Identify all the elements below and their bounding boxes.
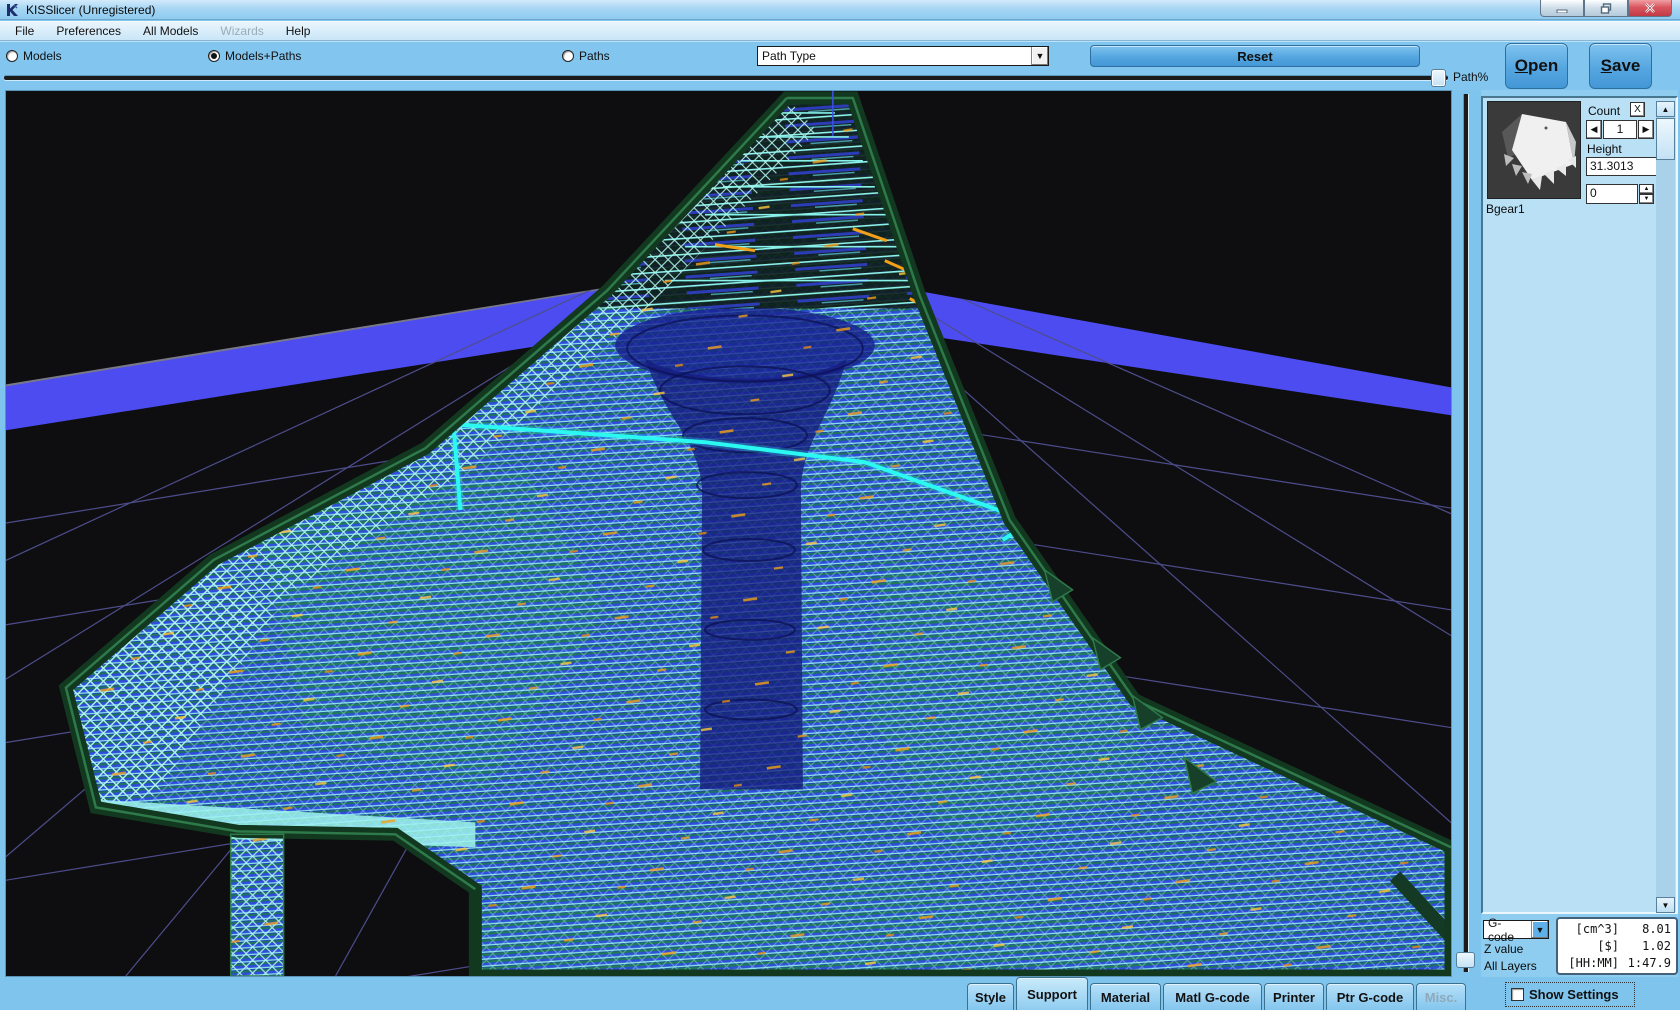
path-type-dropdown-icon[interactable]: ▼ bbox=[1031, 47, 1048, 65]
all-layers-label: All Layers bbox=[1484, 959, 1537, 973]
stat-time: [HH:MM]1:47.9 bbox=[1563, 955, 1671, 972]
stat-cost: [$]1.02 bbox=[1563, 938, 1671, 955]
toolbar: Models Models+Paths Paths Path Type ▼ Re… bbox=[0, 41, 1680, 90]
show-settings-checkbox[interactable] bbox=[1511, 988, 1524, 1001]
print-stats-box: [cm^3]8.01 [$]1.02 [HH:MM]1:47.9 bbox=[1556, 917, 1678, 975]
view-mode-dropdown-icon[interactable]: ▼ bbox=[1531, 921, 1548, 938]
tab-matl-gcode[interactable]: Matl G-code bbox=[1163, 983, 1262, 1010]
layer-slider-thumb[interactable] bbox=[1456, 952, 1475, 968]
menu-file[interactable]: File bbox=[4, 22, 45, 40]
radio-paths[interactable]: Paths bbox=[562, 48, 610, 64]
close-icon bbox=[1644, 3, 1656, 13]
close-button[interactable] bbox=[1628, 0, 1672, 17]
count-decrement-button[interactable]: ◀ bbox=[1586, 120, 1602, 139]
open-button[interactable]: Open bbox=[1505, 43, 1568, 89]
tab-printer[interactable]: Printer bbox=[1264, 983, 1324, 1010]
tab-style[interactable]: Style bbox=[967, 983, 1014, 1010]
model-list-item[interactable] bbox=[1487, 101, 1581, 199]
models-panel: Count X ◀ 1 ▶ Height 31.3013 0 ▲ ▼ ° Bge… bbox=[1481, 90, 1678, 977]
menu-wizards: Wizards bbox=[209, 22, 274, 40]
radio-paths-dot bbox=[562, 50, 574, 62]
tab-ptr-gcode[interactable]: Ptr G-code bbox=[1326, 983, 1414, 1010]
model-thumbnail-gear bbox=[1488, 102, 1580, 198]
menu-all-models[interactable]: All Models bbox=[132, 22, 209, 40]
path-percent-slider[interactable] bbox=[4, 76, 1448, 80]
view-mode-value: G-code bbox=[1484, 916, 1531, 944]
path-type-value: Path Type bbox=[758, 49, 1031, 63]
window-title: KISSlicer (Unregistered) bbox=[26, 3, 155, 17]
path-type-dropdown[interactable]: Path Type ▼ bbox=[757, 46, 1049, 66]
model-name-label: Bgear1 bbox=[1486, 202, 1525, 216]
reset-label: Reset bbox=[1237, 49, 1272, 64]
tab-support[interactable]: Support bbox=[1016, 977, 1088, 1010]
rotation-spin-up-icon[interactable]: ▲ bbox=[1639, 184, 1654, 194]
stat-volume: [cm^3]8.01 bbox=[1563, 921, 1671, 938]
scroll-up-icon[interactable]: ▲ bbox=[1656, 101, 1675, 117]
layer-slider[interactable] bbox=[1452, 90, 1481, 977]
radio-models-paths-dot bbox=[208, 50, 220, 62]
radio-models-label: Models bbox=[23, 49, 62, 63]
save-button[interactable]: Save bbox=[1589, 43, 1652, 89]
radio-models-paths-label: Models+Paths bbox=[225, 49, 301, 63]
save-label: Save bbox=[1601, 56, 1641, 76]
rotation-field[interactable]: 0 bbox=[1586, 184, 1638, 204]
show-settings-control[interactable]: Show Settings bbox=[1505, 982, 1635, 1007]
open-label: Open bbox=[1515, 56, 1558, 76]
reset-button[interactable]: Reset bbox=[1090, 45, 1420, 67]
menu-bar: File Preferences All Models Wizards Help bbox=[0, 21, 1680, 41]
scrollbar-thumb[interactable] bbox=[1656, 118, 1675, 160]
viewport-3d-canvas[interactable] bbox=[5, 90, 1452, 977]
app-icon bbox=[5, 3, 19, 17]
radio-models[interactable]: Models bbox=[6, 48, 62, 64]
models-list[interactable]: Count X ◀ 1 ▶ Height 31.3013 0 ▲ ▼ ° Bge… bbox=[1481, 96, 1678, 914]
restore-icon bbox=[1600, 3, 1612, 14]
tab-misc: Misc. bbox=[1416, 983, 1466, 1010]
rotation-spin-down-icon[interactable]: ▼ bbox=[1639, 194, 1654, 204]
count-increment-button[interactable]: ▶ bbox=[1638, 120, 1654, 139]
count-field[interactable]: 1 bbox=[1603, 120, 1637, 139]
models-scrollbar[interactable]: ▲ ▼ bbox=[1656, 101, 1675, 913]
show-settings-label: Show Settings bbox=[1529, 987, 1619, 1002]
radio-paths-label: Paths bbox=[579, 49, 610, 63]
remove-model-button[interactable]: X bbox=[1630, 102, 1645, 117]
view-mode-dropdown[interactable]: G-code ▼ bbox=[1483, 920, 1549, 939]
height-label: Height bbox=[1587, 142, 1622, 156]
restore-button[interactable] bbox=[1584, 0, 1628, 17]
menu-help[interactable]: Help bbox=[275, 22, 322, 40]
minimize-button[interactable] bbox=[1540, 0, 1584, 17]
rotation-spinner[interactable]: ▲ ▼ bbox=[1639, 184, 1654, 204]
path-percent-label: Path% bbox=[1453, 70, 1488, 84]
bottom-bar: Style Support Material Matl G-code Print… bbox=[0, 977, 1680, 1010]
minimize-icon bbox=[1556, 4, 1568, 13]
height-field[interactable]: 31.3013 bbox=[1586, 157, 1658, 176]
layer-slider-track[interactable] bbox=[1464, 94, 1468, 972]
title-bar: KISSlicer (Unregistered) bbox=[0, 0, 1680, 20]
menu-preferences[interactable]: Preferences bbox=[45, 22, 132, 40]
z-value-label: Z value bbox=[1484, 942, 1523, 956]
tab-material[interactable]: Material bbox=[1090, 983, 1161, 1010]
radio-models-dot bbox=[6, 50, 18, 62]
scroll-down-icon[interactable]: ▼ bbox=[1656, 897, 1675, 913]
radio-models-paths[interactable]: Models+Paths bbox=[208, 48, 301, 64]
path-percent-slider-thumb[interactable] bbox=[1431, 69, 1446, 87]
count-label: Count bbox=[1588, 104, 1620, 118]
